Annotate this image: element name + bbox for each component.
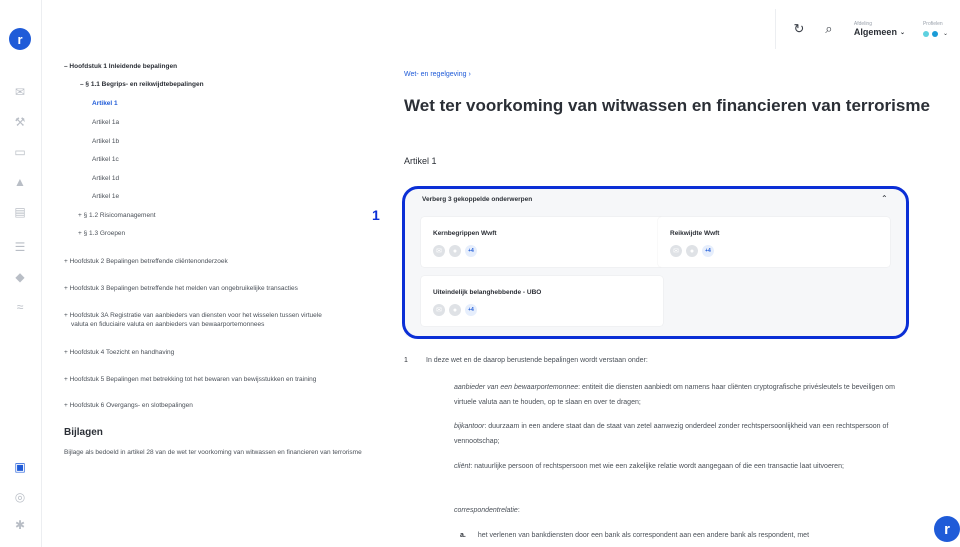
sub-item-label: a. [460, 532, 466, 539]
definition-term: aanbieder van een bewaarportemonnee [454, 384, 579, 391]
tree-artikel-1a[interactable]: Artikel 1a [92, 118, 119, 127]
breadcrumb[interactable]: Wet- en regelgeving › [404, 71, 471, 78]
profielen-caption: Profielen [922, 21, 943, 27]
rss-icon[interactable]: ≈ [13, 300, 27, 314]
tree-section-1-1[interactable]: – § 1.1 Begrips- en reikwijdtebepalingen [80, 80, 204, 89]
mail-icon[interactable]: ✉ [13, 85, 27, 99]
page-title: Wet ter voorkoming van witwassen en fina… [404, 96, 930, 115]
shield-icon[interactable]: ◆ [13, 270, 27, 284]
app-root: r ✉ ⚒ ▭ ▲ ▤ ☰ ◆ ≈ ▣ ◎ ✱ ↻ ⌕ Afdeling Alg… [0, 0, 960, 547]
definition-text: : [517, 507, 520, 514]
tree-artikel-1e[interactable]: Artikel 1e [92, 192, 119, 201]
help-fab[interactable]: r [934, 516, 960, 542]
definition-text: : natuurlijke persoon of rechtspersoon m… [470, 463, 844, 470]
app-logo[interactable]: r [9, 28, 31, 50]
afdeling-value: Algemeen [853, 27, 897, 37]
lid-intro: In deze wet en de daarop berustende bepa… [426, 357, 648, 364]
tree-artikel-1d[interactable]: Artikel 1d [92, 174, 119, 183]
artikel-heading: Artikel 1 [404, 156, 437, 166]
highlight-ring [402, 186, 909, 339]
profile-dot [931, 30, 938, 37]
definition: aanbieder van een bewaarportemonnee: ent… [454, 380, 914, 410]
top-bar: ↻ ⌕ Afdeling Algemeen ⌄ Profielen ⌄ [42, 0, 960, 58]
settings-icon[interactable]: ✱ [13, 518, 27, 532]
layers-icon[interactable]: ◎ [13, 490, 27, 504]
definition-term: bijkantoor [454, 423, 485, 430]
tree-chapter-3a[interactable]: + Hoofdstuk 3A Registratie van aanbieder… [64, 311, 322, 320]
checklist-icon[interactable]: ☰ [13, 240, 27, 254]
definition: bijkantoor: duurzaam in een andere staat… [454, 419, 914, 449]
tree-chapter-2[interactable]: + Hoofdstuk 2 Bepalingen betreffende cli… [64, 257, 228, 266]
sub-item-text: het verlenen van bankdiensten door een b… [477, 532, 810, 539]
definition: cliënt: natuurlijke persoon of rechtsper… [454, 459, 914, 474]
hammer-icon[interactable]: ⚒ [13, 115, 27, 129]
bijlagen-heading: Bijlagen [64, 427, 103, 438]
tree-chapter-6[interactable]: + Hoofdstuk 6 Overgangs- en slotbepaling… [64, 401, 193, 410]
tree-artikel-1[interactable]: Artikel 1 [92, 99, 118, 108]
lid-number: 1 [404, 357, 408, 364]
tree-chapter-3[interactable]: + Hoofdstuk 3 Bepalingen betreffende het… [64, 284, 298, 293]
left-rail: r ✉ ⚒ ▭ ▲ ▤ ☰ ◆ ≈ ▣ ◎ ✱ [0, 0, 42, 547]
divider [774, 9, 776, 49]
tree-artikel-1c[interactable]: Artikel 1c [92, 155, 119, 164]
chevron-down-icon: ⌄ [942, 31, 948, 37]
afdeling-value-wrap: Algemeen ⌄ [854, 27, 905, 37]
profielen-select[interactable]: Profielen ⌄ [922, 21, 948, 37]
definition-term: correspondentrelatie [454, 507, 518, 514]
document-icon[interactable]: ▣ [13, 460, 27, 474]
tree-artikel-1b[interactable]: Artikel 1b [92, 137, 119, 146]
chevron-down-icon: ⌄ [899, 29, 905, 36]
profile-dot [922, 30, 929, 37]
folder-icon[interactable]: ▭ [13, 145, 27, 159]
afdeling-select[interactable]: Afdeling Algemeen ⌄ [854, 21, 905, 37]
tree-chapter-4[interactable]: + Hoofdstuk 4 Toezicht en handhaving [64, 348, 174, 357]
tree-section-1-2[interactable]: + § 1.2 Risicomanagement [78, 211, 156, 220]
bijlagen-link[interactable]: Bijlage als bedoeld in artikel 28 van de… [64, 447, 374, 458]
profile-dots: ⌄ [922, 30, 948, 37]
tree-chapter-1[interactable]: – Hoofdstuk 1 Inleidende bepalingen [64, 62, 177, 71]
tree-chapter-3a-cont[interactable]: valuta en fiduciaire valuta en aanbieder… [71, 320, 264, 329]
warning-icon[interactable]: ▲ [13, 175, 27, 189]
annotation-marker: 1 [372, 207, 380, 223]
search-icon[interactable]: ⌕ [814, 14, 844, 44]
definition: correspondentrelatie: [454, 503, 914, 518]
definition-term: cliënt [454, 463, 471, 470]
tree-section-1-3[interactable]: + § 1.3 Groepen [78, 229, 125, 238]
tree-chapter-5[interactable]: + Hoofdstuk 5 Bepalingen met betrekking … [64, 375, 316, 384]
calendar-icon[interactable]: ▤ [13, 205, 27, 219]
sub-item: a. het verlenen van bankdiensten door een… [460, 532, 809, 539]
refresh-icon[interactable]: ↻ [784, 14, 814, 44]
toolbar: ↻ ⌕ Afdeling Algemeen ⌄ Profielen ⌄ [773, 9, 948, 49]
definition-text: : duurzaam in een andere staat dan de st… [454, 423, 889, 445]
